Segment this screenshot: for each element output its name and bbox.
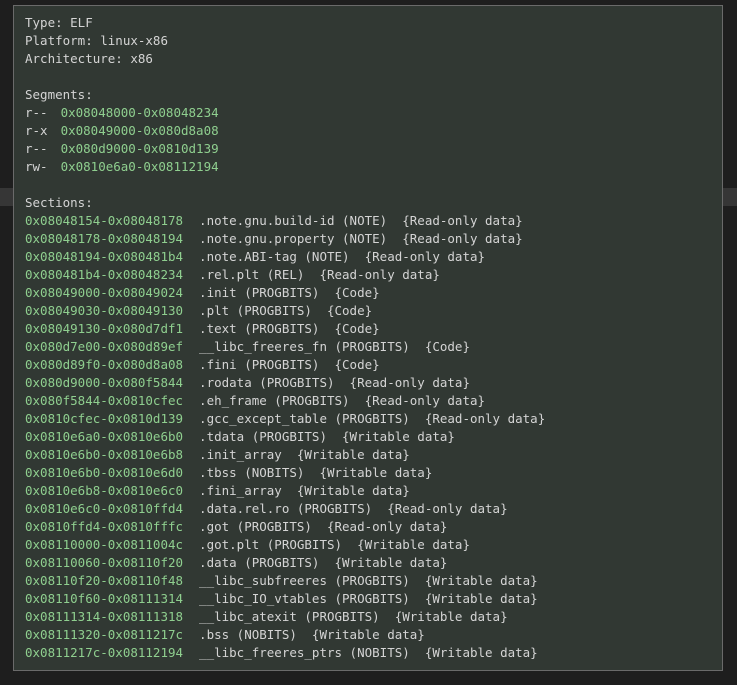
- section-range: 0x080d89f0-0x080d8a08: [25, 357, 184, 372]
- segment-range: 0x08049000-0x080d8a08: [60, 123, 219, 138]
- section-description: __libc_freeres_fn (PROGBITS) {Code}: [199, 339, 470, 354]
- segments-title: Segments:: [25, 87, 93, 102]
- section-row: 0x08110f60-0x08111314 __libc_IO_vtables (…: [25, 590, 538, 608]
- section-range: 0x0810e6a0-0x0810e6b0: [25, 429, 184, 444]
- section-description: .plt (PROGBITS) {Code}: [199, 303, 373, 318]
- section-range: 0x0810e6b8-0x0810e6c0: [25, 483, 184, 498]
- section-row: 0x08111320-0x0811217c .bss (NOBITS) {Writ…: [25, 626, 425, 644]
- section-row: 0x0810e6b8-0x0810e6c0 .fini_array {Writab…: [25, 482, 410, 500]
- type-line: Type: ELF: [25, 15, 93, 30]
- section-description: .note.gnu.property (NOTE) {Read-only dat…: [199, 231, 523, 246]
- section-range: 0x08110060-0x08110f20: [25, 555, 184, 570]
- binary-info-tooltip: Type: ELF Platform: linux-x86 Architectu…: [13, 5, 723, 671]
- segment-row: r-- 0x08048000-0x08048234: [25, 104, 219, 122]
- section-range: 0x0810e6b0-0x0810e6b8: [25, 447, 184, 462]
- section-description: .got (PROGBITS) {Read-only data}: [199, 519, 448, 534]
- section-range: 0x08110f20-0x08110f48: [25, 573, 184, 588]
- segment-range: 0x08048000-0x08048234: [60, 105, 219, 120]
- segment-range: 0x0810e6a0-0x08112194: [60, 159, 219, 174]
- section-description: .rel.plt (REL) {Read-only data}: [199, 267, 440, 282]
- section-range: 0x0810cfec-0x0810d139: [25, 411, 184, 426]
- section-description: __libc_IO_vtables (PROGBITS) {Writable d…: [199, 591, 538, 606]
- section-row: 0x080d7e00-0x080d89ef __libc_freeres_fn (…: [25, 338, 470, 356]
- section-range: 0x0811217c-0x08112194: [25, 645, 184, 660]
- section-row: 0x08049030-0x08049130 .plt (PROGBITS) {Co…: [25, 302, 372, 320]
- section-range: 0x0810e6c0-0x0810ffd4: [25, 501, 184, 516]
- section-row: 0x0810cfec-0x0810d139 .gcc_except_table (…: [25, 410, 545, 428]
- segment-range: 0x080d9000-0x0810d139: [60, 141, 219, 156]
- section-row: 0x0810e6c0-0x0810ffd4 .data.rel.ro (PROGB…: [25, 500, 508, 518]
- section-description: .rodata (PROGBITS) {Read-only data}: [199, 375, 470, 390]
- section-description: .note.gnu.build-id (NOTE) {Read-only dat…: [199, 213, 523, 228]
- section-range: 0x08048194-0x080481b4: [25, 249, 184, 264]
- section-row: 0x080d9000-0x080f5844 .rodata (PROGBITS) …: [25, 374, 470, 392]
- section-row: 0x08049000-0x08049024 .init (PROGBITS) {C…: [25, 284, 380, 302]
- section-row: 0x08111314-0x08111318 __libc_atexit (PROG…: [25, 608, 508, 626]
- section-row: 0x08048194-0x080481b4 .note.ABI-tag (NOTE…: [25, 248, 485, 266]
- section-row: 0x0811217c-0x08112194 __libc_freeres_ptrs…: [25, 644, 538, 662]
- section-range: 0x08111320-0x0811217c: [25, 627, 184, 642]
- section-range: 0x08049130-0x080d7df1: [25, 321, 184, 336]
- platform-line: Platform: linux-x86: [25, 33, 168, 48]
- section-description: .data.rel.ro (PROGBITS) {Read-only data}: [199, 501, 508, 516]
- section-range: 0x08049030-0x08049130: [25, 303, 184, 318]
- architecture-line: Architecture: x86: [25, 51, 153, 66]
- section-description: .tdata (PROGBITS) {Writable data}: [199, 429, 455, 444]
- section-range: 0x0810ffd4-0x0810fffc: [25, 519, 184, 534]
- section-description: .eh_frame (PROGBITS) {Read-only data}: [199, 393, 486, 408]
- section-row: 0x08110060-0x08110f20 .data (PROGBITS) {W…: [25, 554, 447, 572]
- section-row: 0x08110f20-0x08110f48 __libc_subfreeres (…: [25, 572, 538, 590]
- section-description: .note.ABI-tag (NOTE) {Read-only data}: [199, 249, 486, 264]
- section-description: .got.plt (PROGBITS) {Writable data}: [199, 537, 470, 552]
- section-description: .init (PROGBITS) {Code}: [199, 285, 380, 300]
- section-row: 0x080d89f0-0x080d8a08 .fini (PROGBITS) {C…: [25, 356, 380, 374]
- section-row: 0x0810e6b0-0x0810e6b8 .init_array {Writab…: [25, 446, 410, 464]
- section-range: 0x08048154-0x08048178: [25, 213, 184, 228]
- section-row: 0x08110000-0x0811004c .got.plt (PROGBITS)…: [25, 536, 470, 554]
- section-row: 0x0810ffd4-0x0810fffc .got (PROGBITS) {Re…: [25, 518, 447, 536]
- section-row: 0x0810e6b0-0x0810e6d0 .tbss (NOBITS) {Wri…: [25, 464, 432, 482]
- section-description: .gcc_except_table (PROGBITS) {Read-only …: [199, 411, 546, 426]
- section-description: .init_array {Writable data}: [199, 447, 410, 462]
- segment-perm: r-x: [25, 123, 48, 138]
- section-range: 0x08110f60-0x08111314: [25, 591, 184, 606]
- section-range: 0x08111314-0x08111318: [25, 609, 184, 624]
- segment-row: r-x 0x08049000-0x080d8a08: [25, 122, 219, 140]
- section-row: 0x0810e6a0-0x0810e6b0 .tdata (PROGBITS) {…: [25, 428, 455, 446]
- segment-row: r-- 0x080d9000-0x0810d139: [25, 140, 219, 158]
- segment-perm: r--: [25, 141, 48, 156]
- section-description: __libc_subfreeres (PROGBITS) {Writable d…: [199, 573, 538, 588]
- section-description: .data (PROGBITS) {Writable data}: [199, 555, 448, 570]
- section-row: 0x08048178-0x08048194 .note.gnu.property …: [25, 230, 523, 248]
- section-row: 0x080f5844-0x0810cfec .eh_frame (PROGBITS…: [25, 392, 485, 410]
- segment-perm: r--: [25, 105, 48, 120]
- section-row: 0x08049130-0x080d7df1 .text (PROGBITS) {C…: [25, 320, 380, 338]
- section-range: 0x080f5844-0x0810cfec: [25, 393, 184, 408]
- section-description: .fini (PROGBITS) {Code}: [199, 357, 380, 372]
- section-description: .tbss (NOBITS) {Writable data}: [199, 465, 433, 480]
- section-range: 0x080d7e00-0x080d89ef: [25, 339, 184, 354]
- section-description: __libc_atexit (PROGBITS) {Writable data}: [199, 609, 508, 624]
- section-description: .bss (NOBITS) {Writable data}: [199, 627, 425, 642]
- section-row: 0x080481b4-0x08048234 .rel.plt (REL) {Rea…: [25, 266, 440, 284]
- section-range: 0x08048178-0x08048194: [25, 231, 184, 246]
- section-range: 0x0810e6b0-0x0810e6d0: [25, 465, 184, 480]
- section-range: 0x080d9000-0x080f5844: [25, 375, 184, 390]
- section-description: __libc_freeres_ptrs (NOBITS) {Writable d…: [199, 645, 538, 660]
- section-description: .fini_array {Writable data}: [199, 483, 410, 498]
- segment-perm: rw-: [25, 159, 48, 174]
- sections-title: Sections:: [25, 195, 93, 210]
- section-description: .text (PROGBITS) {Code}: [199, 321, 380, 336]
- section-range: 0x080481b4-0x08048234: [25, 267, 184, 282]
- section-range: 0x08049000-0x08049024: [25, 285, 184, 300]
- segment-row: rw- 0x0810e6a0-0x08112194: [25, 158, 219, 176]
- section-row: 0x08048154-0x08048178 .note.gnu.build-id …: [25, 212, 523, 230]
- section-range: 0x08110000-0x0811004c: [25, 537, 184, 552]
